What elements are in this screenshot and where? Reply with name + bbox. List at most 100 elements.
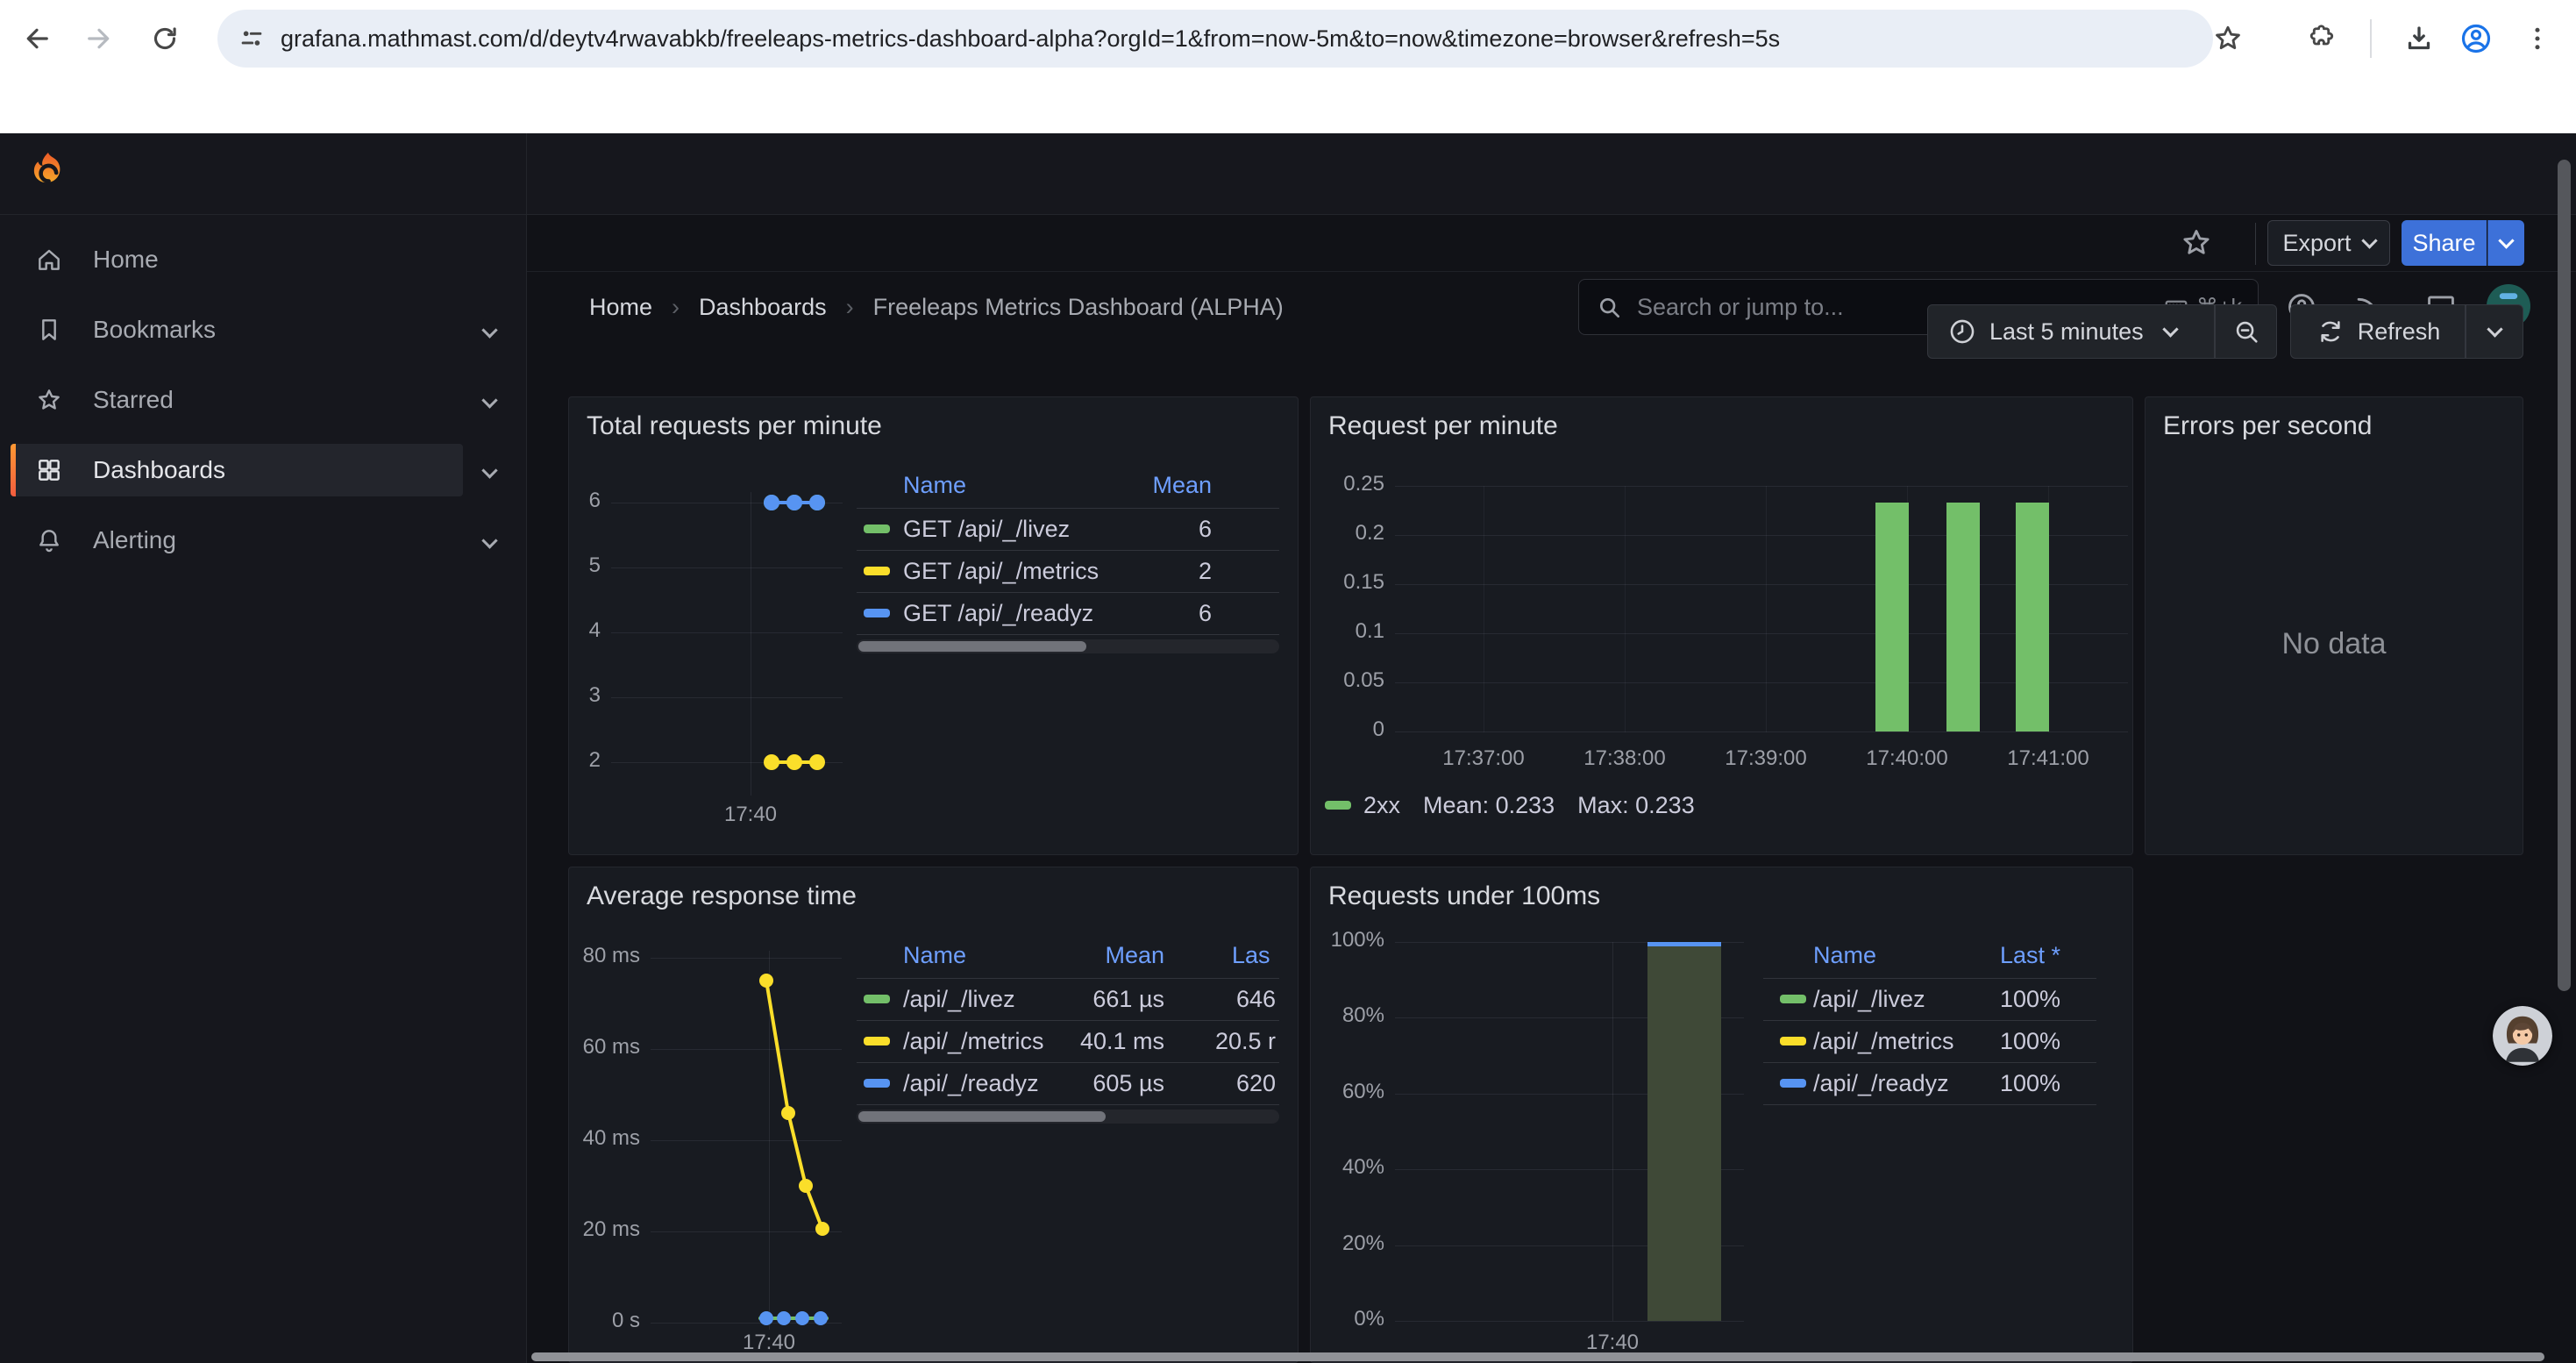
legend-separator: [857, 1104, 1279, 1105]
legend-row[interactable]: /api/_/livez661 µs646: [857, 978, 1279, 1020]
legend-row[interactable]: /api/_/metrics100%: [1763, 1020, 2096, 1062]
legend-table: NameMeanGET /api/_/livez6GET /api/_/metr…: [857, 471, 1279, 659]
y-axis-tick: 0%: [1311, 1307, 1384, 1331]
legend-separator: [857, 634, 1279, 635]
bar[interactable]: [1946, 503, 1980, 731]
extensions-icon[interactable]: [2304, 23, 2336, 54]
browser-forward-icon[interactable]: [83, 23, 115, 54]
legend-row[interactable]: GET /api/_/livez6: [857, 508, 1279, 550]
breadcrumb-home[interactable]: Home: [589, 294, 652, 321]
x-axis-tick: 17:40:00: [1837, 746, 1977, 771]
profile-icon[interactable]: [2459, 21, 2494, 56]
actions-divider: [2255, 223, 2256, 265]
x-axis-tick: 17:41:00: [1978, 746, 2118, 771]
legend-max-label: Max: 0.233: [1577, 792, 1695, 819]
legend-cell: 6: [857, 592, 1212, 634]
star-icon: [35, 386, 63, 414]
series-point: [764, 754, 779, 770]
panel-title[interactable]: Errors per second: [2163, 411, 2372, 441]
sidebar-item-dashboards[interactable]: Dashboards: [11, 444, 463, 496]
expand-chevron-icon[interactable]: [484, 325, 495, 340]
sidebar-item-home[interactable]: Home: [11, 233, 463, 286]
browser-menu-icon[interactable]: [2522, 23, 2553, 54]
legend-column-header: Las: [1232, 941, 1270, 969]
breadcrumb-separator: ›: [672, 294, 680, 321]
gridline: [1395, 486, 2128, 487]
browser-toolbar: grafana.mathmast.com/d/deytv4rwavabkb/fr…: [0, 0, 2576, 77]
assistant-avatar[interactable]: [2493, 1006, 2552, 1066]
series-point: [809, 754, 825, 770]
gridline: [611, 697, 843, 698]
expand-chevron-icon[interactable]: [484, 465, 495, 481]
export-button[interactable]: Export: [2267, 220, 2390, 266]
y-axis-tick: 3: [569, 683, 601, 708]
legend-cell: 100%: [1763, 1062, 2060, 1104]
bar[interactable]: [1647, 946, 1721, 1321]
legend-row[interactable]: GET /api/_/readyz6: [857, 592, 1279, 634]
gridline: [1625, 486, 1626, 732]
expand-chevron-icon[interactable]: [484, 535, 495, 551]
horizontal-scrollbar[interactable]: [531, 1352, 2544, 1361]
legend-row[interactable]: /api/_/livez100%: [1763, 978, 2096, 1020]
no-data-text: No data: [2145, 627, 2523, 661]
bookmark-star-icon[interactable]: [2212, 23, 2244, 54]
legend-scrollbar-thumb[interactable]: [858, 641, 1086, 652]
refresh-interval-caret[interactable]: [2466, 304, 2523, 359]
legend-row[interactable]: /api/_/readyz605 µs620: [857, 1062, 1279, 1104]
y-axis-tick: 0.15: [1311, 570, 1384, 595]
series-point: [781, 1106, 795, 1120]
clock-icon: [1947, 317, 1977, 346]
series-point: [814, 1311, 828, 1325]
y-axis-tick: 0: [1311, 717, 1384, 742]
breadcrumb-dashboards[interactable]: Dashboards: [699, 294, 827, 321]
y-axis-tick: 20%: [1311, 1231, 1384, 1256]
bar[interactable]: [1875, 503, 1909, 731]
legend-cell: 2: [857, 550, 1212, 592]
share-caret-button[interactable]: [2487, 220, 2524, 266]
sidebar-item-alerting[interactable]: Alerting: [11, 514, 463, 567]
sidebar-item-starred[interactable]: Starred: [11, 374, 463, 426]
legend-row[interactable]: /api/_/metrics40.1 ms20.5 r: [857, 1020, 1279, 1062]
browser-back-icon[interactable]: [21, 23, 53, 54]
legend-row[interactable]: /api/_/readyz100%: [1763, 1062, 2096, 1104]
legend-separator: [1763, 1104, 2096, 1105]
zoom-out-button[interactable]: [2215, 304, 2277, 359]
legend-column-header: Last *: [1763, 941, 2060, 969]
y-axis-tick: 0.25: [1311, 472, 1384, 496]
time-range-picker[interactable]: Last 5 minutes: [1927, 304, 2215, 359]
chevron-down-icon: [2487, 321, 2502, 337]
expand-chevron-icon[interactable]: [484, 395, 495, 410]
address-bar[interactable]: grafana.mathmast.com/d/deytv4rwavabkb/fr…: [217, 10, 2213, 68]
breadcrumb-current: Freeleaps Metrics Dashboard (ALPHA): [873, 294, 1284, 321]
legend-scrollbar-thumb[interactable]: [858, 1111, 1106, 1122]
legend-row[interactable]: GET /api/_/metrics2: [857, 550, 1279, 592]
zoom-out-icon: [2231, 317, 2261, 346]
panel-request-per-minute: Request per minute 0.250.20.150.10.05017…: [1310, 396, 2133, 855]
browser-reload-icon[interactable]: [149, 23, 181, 54]
sidebar-item-bookmarks[interactable]: Bookmarks: [11, 303, 463, 356]
bar[interactable]: [2016, 503, 2049, 731]
home-icon: [35, 246, 63, 274]
breadcrumb: Home › Dashboards › Freeleaps Metrics Da…: [589, 267, 1284, 348]
y-axis-tick: 6: [569, 489, 601, 513]
x-axis-tick: 17:39:00: [1696, 746, 1836, 771]
share-button[interactable]: Share: [2402, 220, 2487, 266]
chart-legend[interactable]: 2xx Mean: 0.233 Max: 0.233: [1325, 792, 1695, 818]
bookmark-icon: [35, 316, 63, 344]
refresh-icon: [2316, 317, 2345, 346]
request-per-minute-chart: 0.250.20.150.10.05017:37:0017:38:0017:39…: [1311, 397, 2132, 854]
y-axis-tick: 5: [569, 553, 601, 578]
dashboards-icon: [35, 456, 63, 484]
panel-errors-per-second: Errors per second No data: [2145, 396, 2523, 855]
vertical-scrollbar[interactable]: [2558, 160, 2571, 991]
legend-cell: 6: [857, 508, 1212, 550]
gridline: [1612, 942, 1613, 1321]
legend-cell: 646: [857, 978, 1276, 1020]
grafana-logo[interactable]: [28, 151, 68, 195]
download-icon[interactable]: [2403, 23, 2435, 54]
average-response-time-chart: 80 ms60 ms40 ms20 ms0 s17:40NameMeanLas/…: [569, 867, 1298, 1362]
star-dashboard-icon[interactable]: [2180, 226, 2213, 260]
legend-cell: 100%: [1763, 978, 2060, 1020]
refresh-button[interactable]: Refresh: [2290, 304, 2466, 359]
site-settings-icon[interactable]: [237, 24, 267, 54]
